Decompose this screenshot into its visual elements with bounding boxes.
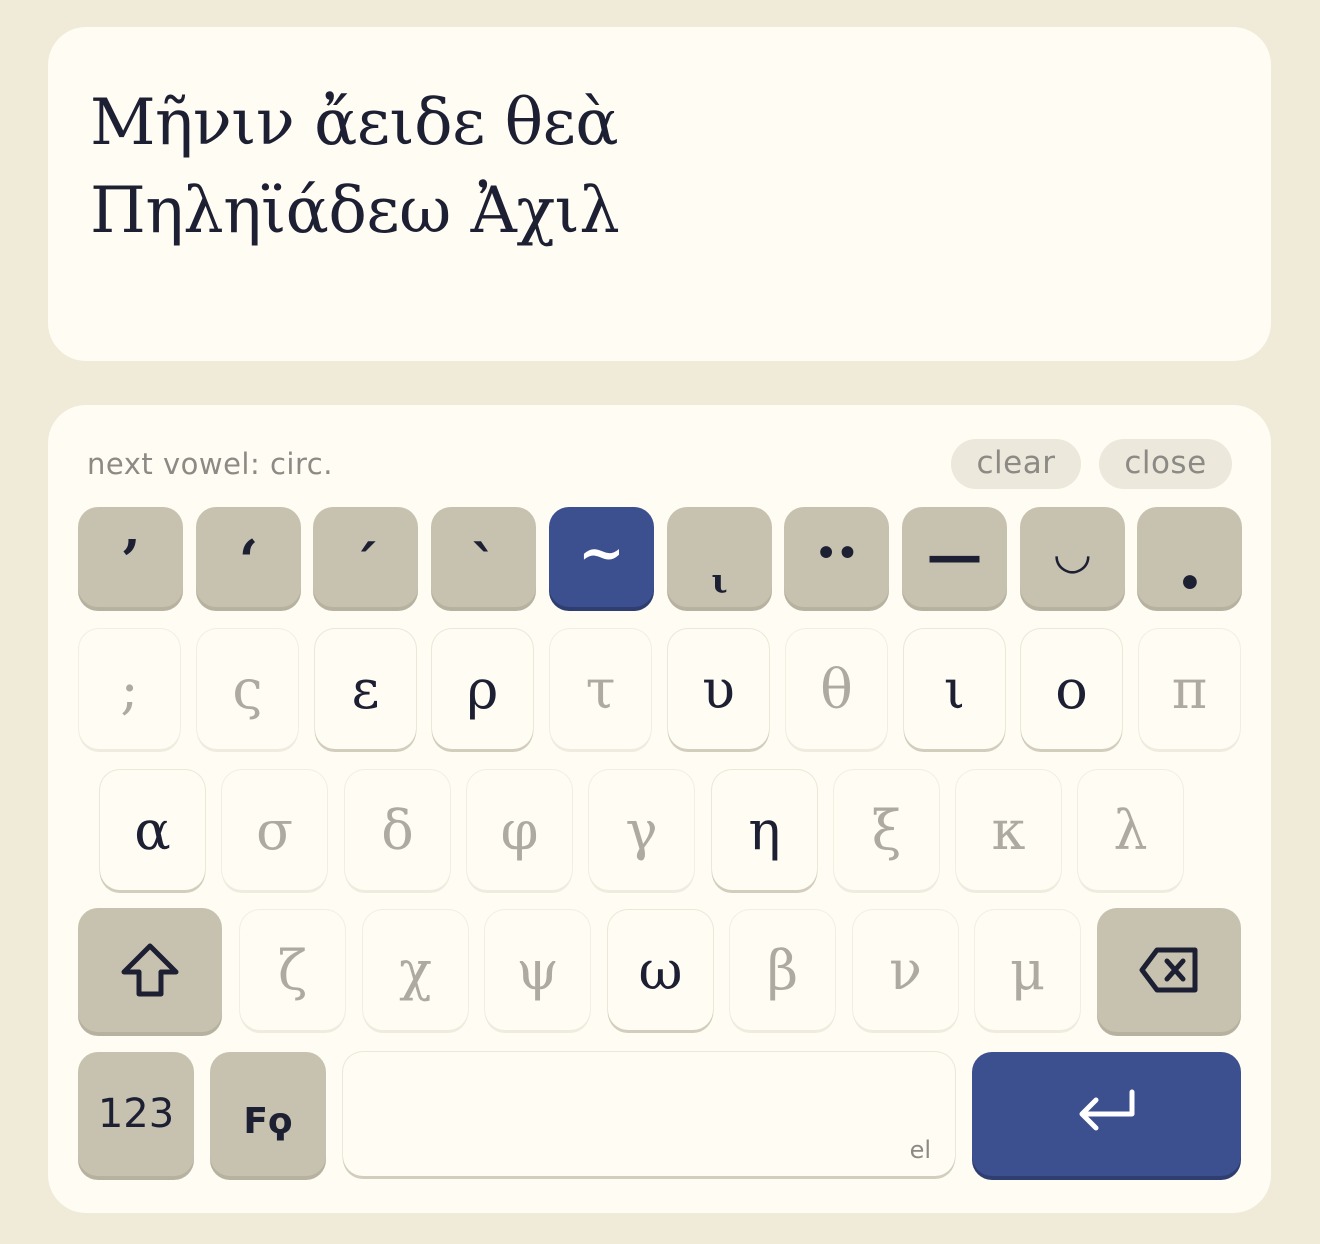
clear-button[interactable]: clear — [951, 439, 1081, 489]
space-key[interactable]: el — [343, 1052, 955, 1176]
numbers-key[interactable]: 123 — [78, 1052, 194, 1176]
diacritic-key-smooth-breathing[interactable]: ’ — [78, 507, 183, 607]
grave-glyph: ˋ — [469, 534, 498, 600]
letter-key-label: ; — [120, 657, 139, 721]
diacritic-key-dot[interactable]: • — [1137, 507, 1242, 607]
letter-key[interactable]: σ — [222, 770, 327, 890]
shift-key[interactable] — [78, 908, 222, 1032]
letter-key[interactable]: δ — [345, 770, 450, 890]
breve-glyph: ◡ — [1052, 526, 1093, 580]
circumflex-glyph: ~ — [578, 520, 625, 586]
letter-key-label: ψ — [516, 938, 559, 1002]
letter-key[interactable]: φ — [467, 770, 572, 890]
diacritic-key-circumflex[interactable]: ~ — [549, 507, 654, 607]
letter-key[interactable]: ω — [608, 910, 713, 1030]
letter-key[interactable]: ν — [853, 910, 958, 1030]
diacritic-key-breve[interactable]: ◡ — [1020, 507, 1125, 607]
letter-key-label: μ — [1009, 938, 1046, 1002]
numbers-key-label: 123 — [97, 1091, 175, 1137]
diacritic-key-acute[interactable]: ˊ — [313, 507, 418, 607]
letter-key-label: σ — [256, 798, 293, 862]
close-button[interactable]: close — [1099, 439, 1232, 489]
letter-key-label: κ — [991, 798, 1026, 862]
letter-key-label: ξ — [871, 798, 902, 862]
letter-key[interactable]: ψ — [485, 910, 590, 1030]
letter-key[interactable]: ε — [315, 629, 416, 749]
diacritic-key-iota-subscript[interactable]: ι — [667, 507, 772, 607]
letter-key-label: θ — [820, 657, 853, 721]
diacritic-key-macron[interactable]: — — [902, 507, 1007, 607]
letter-key-label: ω — [638, 938, 683, 1002]
diacritic-key-rough-breathing[interactable]: ‘ — [196, 507, 301, 607]
letter-key[interactable]: ξ — [834, 770, 939, 890]
letter-key-label: β — [766, 938, 799, 1002]
dot-glyph: • — [1176, 559, 1203, 607]
letter-key-label: φ — [500, 798, 539, 862]
letter-key[interactable]: π — [1139, 629, 1240, 749]
archaic-letters-key-label: Fϙ — [243, 1100, 293, 1142]
letter-key-label: ε — [351, 657, 380, 721]
letter-key[interactable]: θ — [786, 629, 887, 749]
backspace-icon — [1139, 947, 1198, 993]
enter-key[interactable] — [972, 1052, 1241, 1176]
letter-key-label: ι — [943, 657, 966, 721]
enter-icon — [1079, 1089, 1134, 1131]
archaic-letters-key[interactable]: Fϙ — [210, 1052, 326, 1176]
letter-key-label: ς — [232, 657, 263, 721]
letter-key[interactable]: χ — [363, 910, 468, 1030]
letter-key-label: ζ — [277, 938, 308, 1002]
iota-subscript-glyph: ι — [711, 561, 728, 601]
letter-key-label: ο — [1055, 657, 1088, 721]
rough-breathing-glyph: ‘ — [238, 528, 259, 594]
letter-key[interactable]: κ — [956, 770, 1061, 890]
diacritic-key-grave[interactable]: ˋ — [431, 507, 536, 607]
space-language-label: el — [909, 1136, 931, 1164]
diacritic-key-diaeresis[interactable]: •• — [784, 507, 889, 607]
status-text: next vowel: circ. — [87, 447, 333, 481]
letter-key[interactable]: λ — [1078, 770, 1183, 890]
editor-text[interactable]: Μῆνιν ἄειδε θεὰ Πηληϊάδεω Ἀχιλ — [90, 79, 1229, 255]
letter-key[interactable]: ; — [79, 629, 180, 749]
letter-key[interactable]: υ — [668, 629, 769, 749]
letter-key-label: ν — [889, 938, 922, 1002]
letter-key-label: υ — [702, 657, 735, 721]
letter-key-label: η — [748, 798, 781, 862]
letter-key-label: α — [134, 798, 171, 862]
letter-key[interactable]: α — [100, 770, 205, 890]
letter-key-label: ρ — [466, 657, 499, 721]
letter-key[interactable]: γ — [589, 770, 694, 890]
letter-key-label: π — [1171, 657, 1208, 721]
letter-key[interactable]: ι — [904, 629, 1005, 749]
letter-key[interactable]: ρ — [432, 629, 533, 749]
shift-icon — [121, 943, 179, 997]
letter-key-label: τ — [585, 657, 616, 721]
letter-key[interactable]: β — [730, 910, 835, 1030]
letter-key[interactable]: ς — [197, 629, 298, 749]
letter-key-label: χ — [399, 938, 432, 1002]
macron-glyph: — — [926, 522, 983, 588]
backspace-key[interactable] — [1097, 908, 1241, 1032]
letter-key[interactable]: μ — [975, 910, 1080, 1030]
text-editor[interactable]: Μῆνιν ἄειδε θεὰ Πηληϊάδεω Ἀχιλ — [48, 27, 1271, 361]
acute-glyph: ˊ — [351, 534, 380, 600]
smooth-breathing-glyph: ’ — [120, 528, 141, 594]
diaeresis-glyph: •• — [815, 533, 858, 573]
letter-key-label: γ — [625, 798, 658, 862]
letter-key[interactable]: τ — [550, 629, 651, 749]
letter-key[interactable]: ζ — [240, 910, 345, 1030]
letter-key[interactable]: ο — [1021, 629, 1122, 749]
letter-key-label: δ — [381, 798, 414, 862]
letter-key-label: λ — [1113, 798, 1148, 862]
letter-key[interactable]: η — [712, 770, 817, 890]
